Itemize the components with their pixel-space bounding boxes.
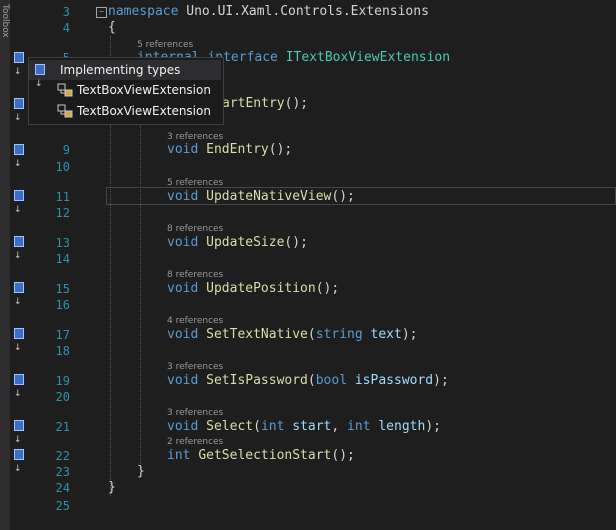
line-number: 25 <box>55 499 70 513</box>
code-line[interactable]: void EndEntry(); <box>167 142 292 158</box>
implemented-member-glyph-icon[interactable]: ↓ <box>14 420 32 445</box>
code-lens-references[interactable]: 5 references <box>137 40 193 50</box>
line-number: 9 <box>62 143 70 157</box>
popup-title: Implementing types <box>60 63 181 77</box>
implemented-member-glyph-icon[interactable]: ↓ <box>14 236 32 261</box>
toolbox-tab-label[interactable]: Toolbox <box>0 4 10 38</box>
code-line[interactable]: void SetIsPassword(bool isPassword); <box>167 373 449 389</box>
collapse-namespace-toggle[interactable]: − <box>96 7 107 18</box>
code-lens-references[interactable]: 3 references <box>167 362 223 372</box>
line-number: 12 <box>55 206 70 220</box>
code-line[interactable]: } <box>137 464 145 480</box>
code-lens-references[interactable]: 5 references <box>167 178 223 188</box>
popup-header[interactable]: ↓ Implementing types <box>29 60 221 89</box>
code-line[interactable]: { <box>108 20 116 36</box>
code-line[interactable]: void SetTextNative(string text); <box>167 327 417 343</box>
implemented-member-glyph-icon[interactable]: ↓ <box>14 190 32 215</box>
line-number: 15 <box>55 282 70 296</box>
line-number: 23 <box>55 465 70 479</box>
code-lens-references[interactable]: 3 references <box>167 408 223 418</box>
implementing-type-label: TextBoxViewExtension <box>77 104 211 118</box>
code-line[interactable]: void UpdateSize(); <box>167 235 308 251</box>
line-number: 4 <box>62 21 70 35</box>
implementing-types-popup[interactable]: ↓ Implementing types TextBoxViewExtensio… <box>28 57 224 125</box>
implementing-type-label: TextBoxViewExtension <box>77 83 211 97</box>
code-line[interactable]: void Select(int start, int length); <box>167 419 441 435</box>
class-icon <box>57 83 73 97</box>
implemented-member-glyph-icon[interactable]: ↓ <box>14 328 32 353</box>
class-icon <box>57 104 73 118</box>
code-lens-references[interactable]: 3 references <box>167 132 223 142</box>
line-number: 17 <box>55 328 70 342</box>
implementing-type-item[interactable]: TextBoxViewExtension <box>29 81 221 99</box>
line-number: 11 <box>55 190 70 204</box>
implemented-member-glyph-icon[interactable]: ↓ <box>14 282 32 307</box>
line-number: 19 <box>55 374 70 388</box>
indent-guide <box>140 70 141 470</box>
code-lens-references[interactable]: 8 references <box>167 224 223 234</box>
implementing-type-item[interactable]: TextBoxViewExtension <box>29 102 221 120</box>
code-line[interactable]: void UpdatePosition(); <box>167 281 339 297</box>
toolbox-strip[interactable]: Toolbox <box>0 0 10 530</box>
line-number: 10 <box>55 160 70 174</box>
line-number: 21 <box>55 420 70 434</box>
line-number: 24 <box>55 481 70 495</box>
code-line[interactable]: void UpdateNativeView(); <box>167 189 355 205</box>
line-number: 18 <box>55 344 70 358</box>
code-lens-references[interactable]: 4 references <box>167 316 223 326</box>
line-number: 22 <box>55 449 70 463</box>
line-number: 16 <box>55 298 70 312</box>
code-lens-references[interactable]: 2 references <box>167 437 223 447</box>
implementing-types-icon: ↓ <box>35 64 53 89</box>
implemented-member-glyph-icon[interactable]: ↓ <box>14 374 32 399</box>
implemented-member-glyph-icon[interactable]: ↓ <box>14 449 32 474</box>
code-line[interactable]: } <box>108 480 116 496</box>
code-line[interactable]: namespace Uno.UI.Xaml.Controls.Extension… <box>108 4 429 20</box>
line-number: 13 <box>55 236 70 250</box>
line-number: 3 <box>62 5 70 19</box>
code-lens-references[interactable]: 8 references <box>167 270 223 280</box>
implemented-member-glyph-icon[interactable]: ↓ <box>14 144 32 169</box>
code-line[interactable]: artEntry(); <box>222 96 308 112</box>
line-number: 20 <box>55 390 70 404</box>
code-line[interactable]: int GetSelectionStart(); <box>167 448 355 464</box>
line-number: 14 <box>55 252 70 266</box>
